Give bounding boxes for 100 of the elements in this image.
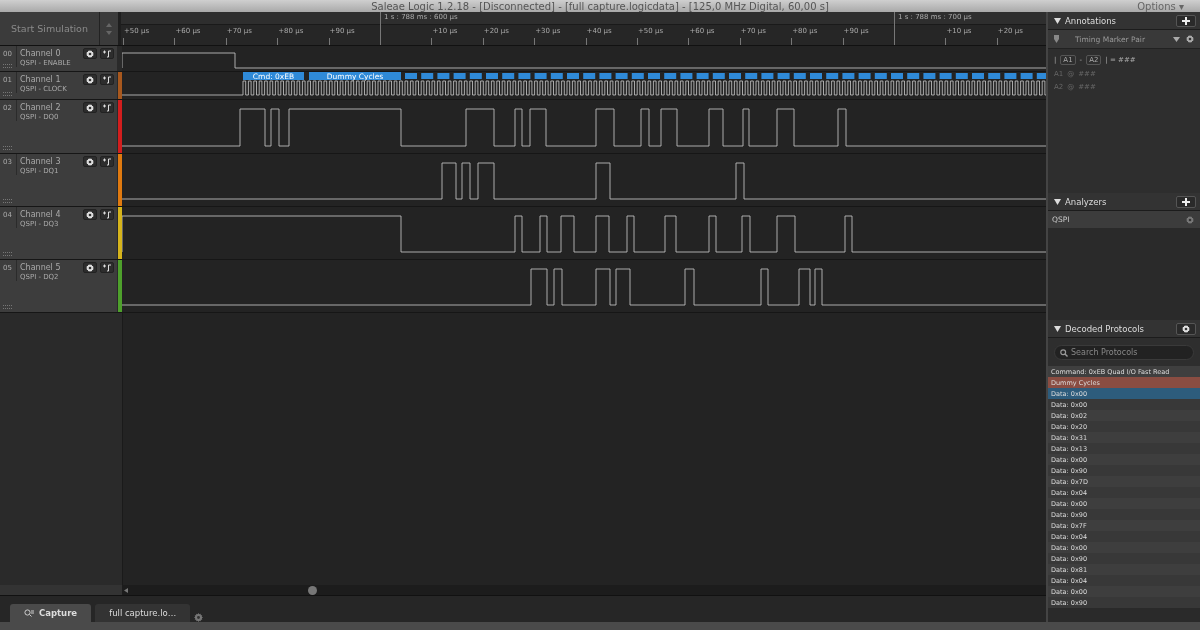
window-title: Saleae Logic 1.2.18 - [Disconnected] - [full capture.logicdata] - [125,0 MHz Digital, 60,00 s] bbox=[371, 2, 829, 12]
trigger-button[interactable] bbox=[100, 102, 115, 113]
settings-button[interactable] bbox=[83, 156, 98, 167]
decode-marker bbox=[810, 73, 822, 79]
decode-marker bbox=[631, 73, 644, 79]
caret-icon bbox=[1173, 36, 1180, 42]
decode-marker bbox=[567, 73, 579, 79]
horizontal-scrollbar[interactable] bbox=[122, 585, 1046, 595]
decode-marker bbox=[648, 73, 660, 79]
decode-marker bbox=[518, 73, 531, 79]
decode-marker bbox=[972, 73, 984, 79]
drag-grip-icon[interactable] bbox=[3, 92, 12, 96]
decode-marker bbox=[421, 73, 434, 79]
channel-name: Channel 3 bbox=[20, 157, 62, 166]
down-arrow-icon bbox=[106, 30, 112, 35]
trigger-edge-icon bbox=[102, 210, 113, 219]
channel-name: Channel 4 bbox=[20, 210, 62, 219]
decode-marker bbox=[712, 73, 725, 79]
search-field[interactable]: Search Protocols bbox=[1054, 344, 1194, 360]
decode-marker bbox=[761, 73, 774, 79]
settings-button[interactable] bbox=[1176, 322, 1196, 335]
trigger-edge-icon bbox=[102, 75, 113, 84]
decode-marker bbox=[1036, 73, 1046, 79]
decode-marker bbox=[615, 73, 628, 79]
decode-marker bbox=[874, 73, 887, 79]
decode-marker bbox=[437, 73, 450, 79]
up-arrow-icon bbox=[106, 22, 112, 27]
trigger-edge-icon bbox=[102, 103, 113, 112]
decode-marker bbox=[486, 73, 498, 79]
channel-name: Channel 5 bbox=[20, 263, 62, 272]
channel-name: Channel 2 bbox=[20, 103, 62, 112]
decode-marker bbox=[793, 73, 806, 79]
gear-icon bbox=[86, 75, 95, 84]
tab[interactable]: Capture bbox=[10, 604, 92, 622]
gear-icon bbox=[86, 157, 95, 166]
settings-button[interactable] bbox=[83, 48, 98, 59]
trigger-button[interactable] bbox=[100, 48, 115, 59]
decode-marker bbox=[534, 73, 547, 79]
settings-button[interactable] bbox=[83, 102, 98, 113]
decode-marker bbox=[469, 73, 482, 79]
decode-marker bbox=[907, 73, 920, 79]
gear-icon bbox=[86, 263, 95, 272]
gear-icon bbox=[86, 210, 95, 219]
settings-button[interactable] bbox=[83, 209, 98, 220]
decode-marker bbox=[745, 73, 758, 79]
decode-marker bbox=[453, 73, 466, 79]
decode-marker bbox=[680, 73, 693, 79]
plus-icon bbox=[1182, 197, 1190, 206]
trigger-edge-icon bbox=[102, 157, 113, 166]
scroll-thumb[interactable] bbox=[308, 585, 317, 595]
drag-grip-icon[interactable] bbox=[3, 199, 12, 203]
gear-icon bbox=[1186, 35, 1194, 43]
trigger-edge-icon bbox=[102, 263, 113, 272]
decode-marker bbox=[826, 73, 839, 79]
decode-marker bbox=[923, 73, 936, 79]
decode-marker bbox=[599, 73, 612, 79]
settings-button[interactable] bbox=[83, 74, 98, 85]
drag-grip-icon[interactable] bbox=[3, 146, 12, 150]
add-button[interactable] bbox=[1176, 195, 1196, 208]
decode-marker bbox=[729, 73, 741, 79]
decode-marker bbox=[955, 73, 968, 79]
decode-marker bbox=[777, 73, 790, 79]
decode-marker bbox=[988, 73, 1001, 79]
gear-icon bbox=[86, 103, 95, 112]
decode-marker bbox=[583, 73, 596, 79]
decode-marker bbox=[550, 73, 563, 79]
panel-title: Decoded Protocols bbox=[1065, 323, 1145, 334]
decode-marker bbox=[405, 73, 417, 79]
drag-grip-icon[interactable] bbox=[3, 305, 12, 309]
search-icon bbox=[24, 609, 34, 617]
settings-button[interactable] bbox=[83, 262, 98, 273]
add-button[interactable] bbox=[1176, 14, 1196, 27]
collapse-triangle-icon bbox=[1054, 198, 1061, 205]
trigger-edge-icon bbox=[102, 49, 113, 58]
decode-marker bbox=[664, 73, 677, 79]
decode-marker bbox=[1020, 73, 1033, 79]
collapse-triangle-icon bbox=[1054, 17, 1061, 24]
panel-title: Annotations bbox=[1065, 15, 1117, 26]
channel-name: Channel 0 bbox=[20, 49, 62, 58]
decode-marker bbox=[858, 73, 871, 79]
drag-grip-icon[interactable] bbox=[3, 252, 12, 256]
collapse-triangle-icon bbox=[1054, 325, 1061, 332]
gear-icon bbox=[194, 613, 204, 622]
search-icon bbox=[1060, 348, 1068, 357]
trigger-button[interactable] bbox=[100, 262, 115, 273]
panel-title: Analyzers bbox=[1065, 196, 1107, 207]
channel-name: Channel 1 bbox=[20, 75, 62, 84]
scroll-left-icon bbox=[124, 587, 128, 593]
drag-grip-icon[interactable] bbox=[3, 64, 12, 68]
decode-marker bbox=[939, 73, 952, 79]
gear-icon bbox=[86, 49, 95, 58]
trigger-button[interactable] bbox=[100, 156, 115, 167]
trigger-button[interactable] bbox=[100, 74, 115, 85]
trigger-button[interactable] bbox=[100, 209, 115, 220]
decode-marker bbox=[1004, 73, 1017, 79]
decode-marker bbox=[842, 73, 855, 79]
gear-icon bbox=[1186, 215, 1194, 224]
tab[interactable]: full capture.lo… bbox=[95, 604, 191, 622]
decode-marker bbox=[696, 73, 709, 79]
pin-icon bbox=[1054, 35, 1059, 43]
